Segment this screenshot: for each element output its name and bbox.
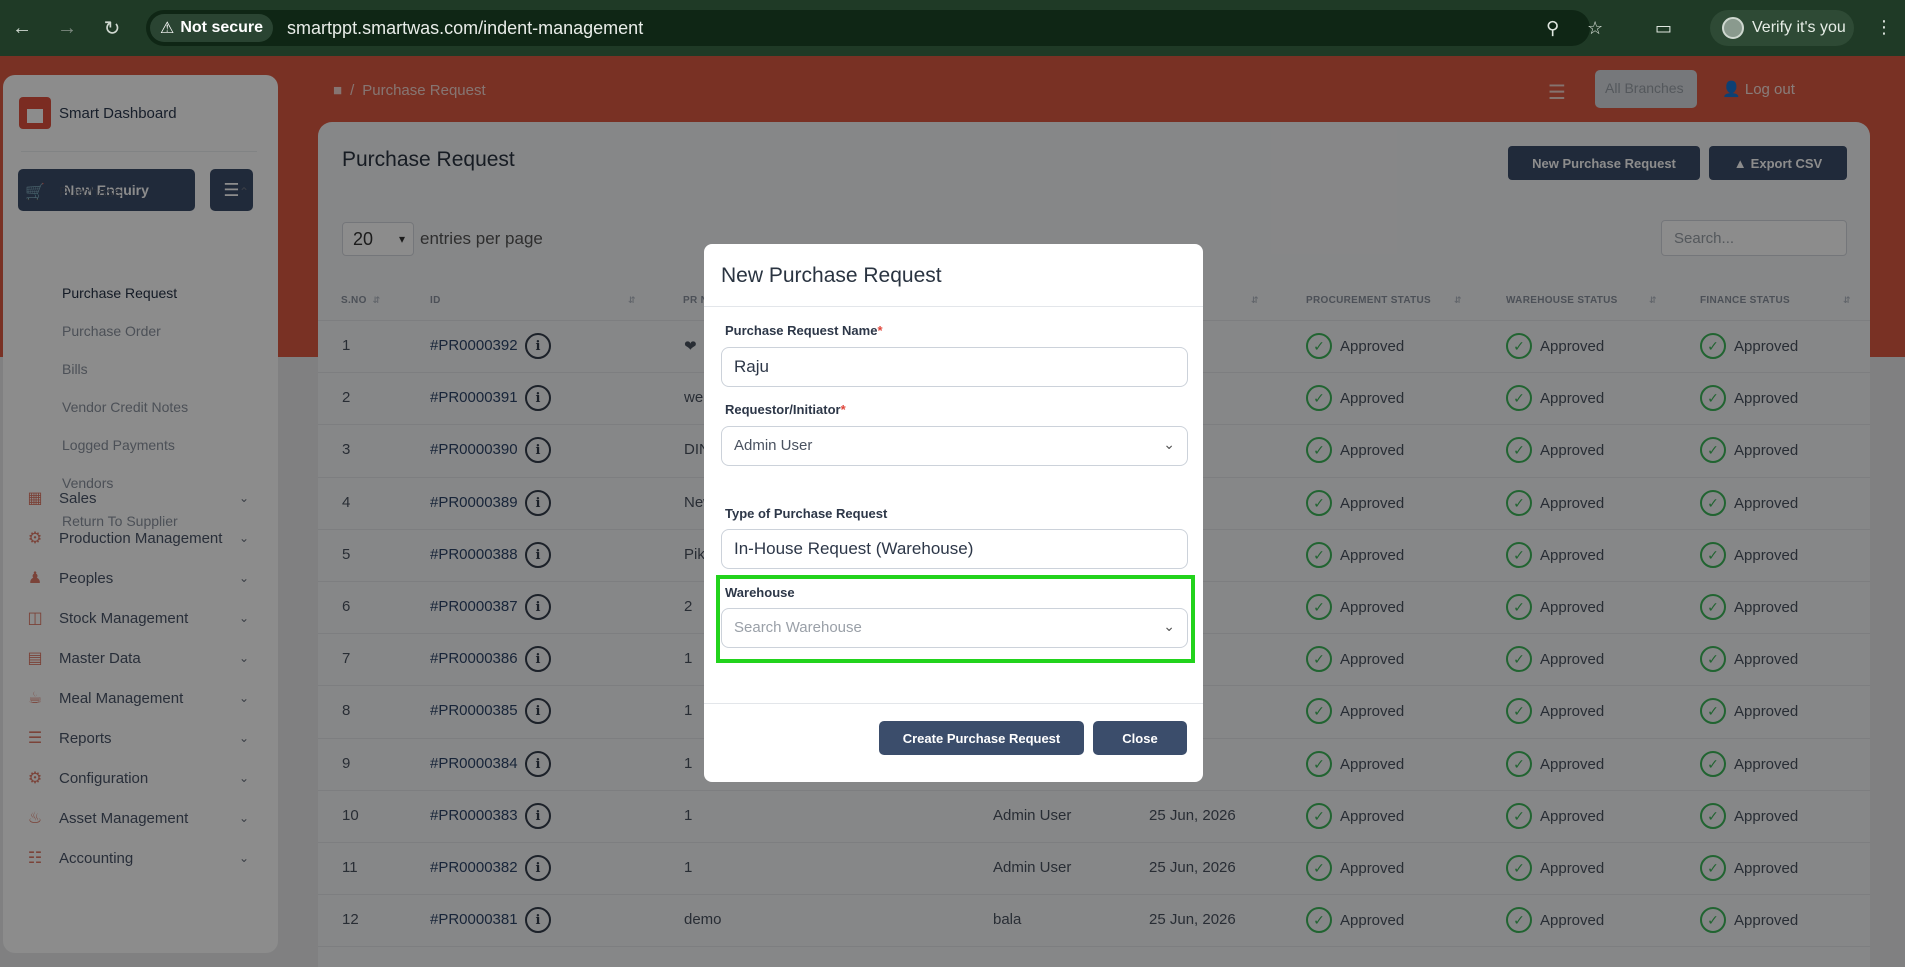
requestor-value: Admin User <box>734 437 813 454</box>
kebab-menu-icon[interactable]: ⋮ <box>1875 17 1893 38</box>
forward-icon[interactable]: → <box>49 10 85 46</box>
type-label: Type of Purchase Request <box>725 506 888 521</box>
security-chip[interactable]: ⚠ Not secure <box>150 14 274 42</box>
divider <box>704 703 1203 704</box>
required-mark: * <box>877 323 883 338</box>
requestor-label: Requestor/Initiator* <box>725 402 846 417</box>
create-purchase-request-button[interactable]: Create Purchase Request <box>879 721 1084 755</box>
verify-label: Verify it's you <box>1752 19 1846 36</box>
new-purchase-request-modal: New Purchase Request Purchase Request Na… <box>704 244 1203 782</box>
profile-verify-button[interactable]: Verify it's you <box>1710 10 1854 46</box>
modal-title: New Purchase Request <box>721 264 942 287</box>
avatar <box>1722 17 1744 39</box>
chevron-down-icon: ⌄ <box>1163 618 1175 634</box>
requestor-select[interactable]: Admin User ⌄ <box>721 426 1188 466</box>
required-mark: * <box>840 402 846 417</box>
divider <box>704 306 1203 307</box>
security-label: Not secure <box>180 19 264 36</box>
pr-name-label: Purchase Request Name* <box>725 323 883 338</box>
warehouse-select[interactable]: Search Warehouse ⌄ <box>721 608 1188 648</box>
browser-toolbar: ← → ↻ ⚠ Not secure smartppt.smartwas.com… <box>0 0 1905 56</box>
extensions-icon[interactable]: ▭ <box>1655 18 1672 39</box>
close-button[interactable]: Close <box>1093 721 1187 755</box>
label-text: Requestor/Initiator <box>725 402 841 417</box>
label-text: Purchase Request Name <box>725 323 878 338</box>
chevron-down-icon: ⌄ <box>1163 436 1175 452</box>
warehouse-placeholder: Search Warehouse <box>734 619 862 636</box>
address-bar[interactable]: ⚠ Not secure smartppt.smartwas.com/inden… <box>146 10 1603 46</box>
reload-icon[interactable]: ↻ <box>94 10 130 46</box>
type-input[interactable]: In-House Request (Warehouse) <box>721 529 1188 569</box>
url-text[interactable]: smartppt.smartwas.com/indent-management <box>287 18 643 39</box>
back-icon[interactable]: ← <box>4 10 40 46</box>
bookmark-star-icon[interactable]: ☆ <box>1587 18 1603 39</box>
warehouse-label: Warehouse <box>725 585 795 600</box>
pr-name-input[interactable]: Raju <box>721 347 1188 387</box>
warning-icon: ⚠ <box>160 20 175 37</box>
zoom-icon[interactable]: ⚲ <box>1546 18 1559 39</box>
